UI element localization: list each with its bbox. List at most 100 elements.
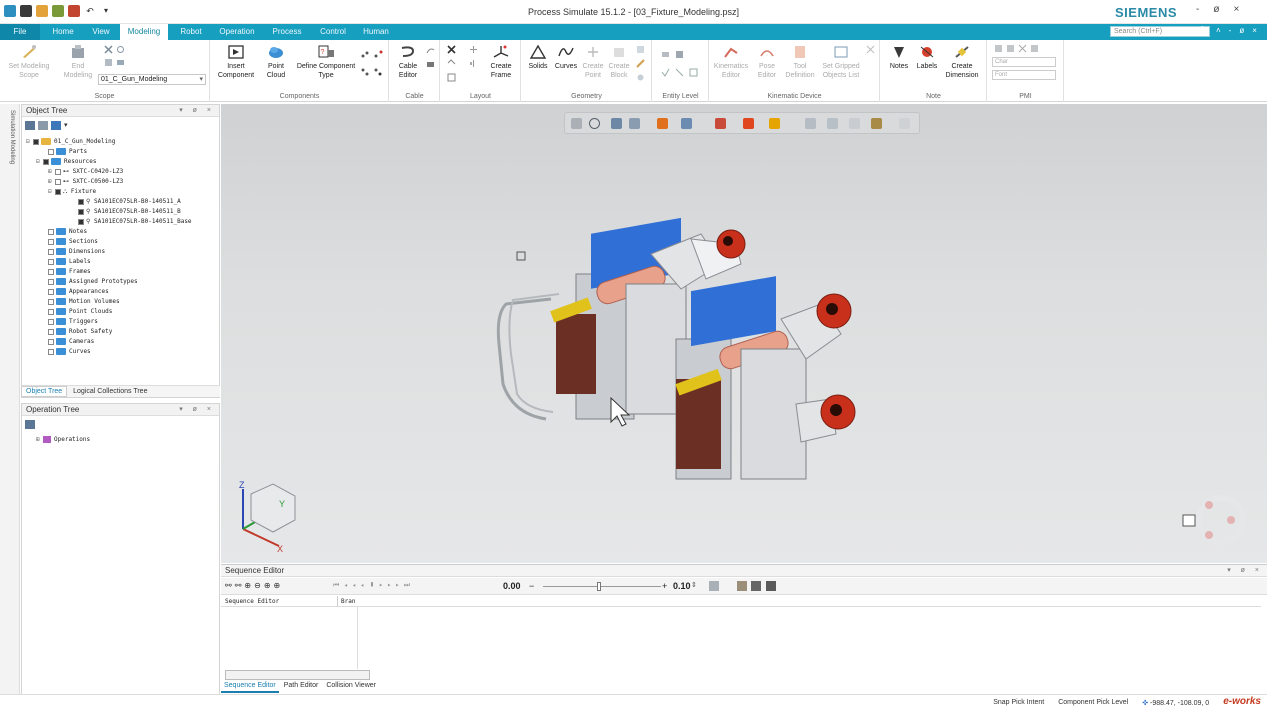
- pmi-icon-a[interactable]: [994, 44, 1003, 53]
- tab-human[interactable]: Human: [356, 24, 396, 40]
- align-icon[interactable]: [447, 59, 456, 68]
- pmi-font-select[interactable]: Font: [992, 70, 1056, 80]
- component-tool-icon-d[interactable]: [374, 68, 383, 77]
- visibility-checkbox[interactable]: [48, 328, 54, 335]
- visibility-checkbox[interactable]: [55, 178, 61, 185]
- visibility-checkbox[interactable]: [33, 138, 39, 145]
- entity-level-icon-e[interactable]: [689, 68, 698, 77]
- chevron-down-icon[interactable]: ▾: [64, 121, 68, 130]
- snap-icon[interactable]: [447, 73, 456, 82]
- fixture-3d-model[interactable]: Z X Y: [221, 104, 1267, 563]
- nav-dot-icon[interactable]: [1227, 516, 1235, 524]
- operation-tree-panel-controls[interactable]: ▾ ø ×: [179, 404, 215, 416]
- pmi-icon-b[interactable]: [1006, 44, 1015, 53]
- tab-robot[interactable]: Robot: [172, 24, 210, 40]
- visibility-checkbox[interactable]: [48, 148, 54, 155]
- pmi-icon-c[interactable]: [1018, 44, 1027, 53]
- create-frame-button[interactable]: Create Frame: [485, 44, 517, 80]
- doc-close-button[interactable]: ×: [1252, 26, 1257, 35]
- doc-minimize-button[interactable]: -: [1229, 26, 1232, 35]
- tree-item[interactable]: Triggers: [48, 317, 98, 327]
- column-header-sequence-editor[interactable]: Sequence Editor: [225, 596, 279, 607]
- tab-sequence-editor[interactable]: Sequence Editor: [221, 680, 279, 693]
- tree-root[interactable]: ⊟ 01_C_Gun_Modeling: [26, 137, 115, 147]
- tab-home[interactable]: Home: [44, 24, 82, 40]
- pmi-char-select[interactable]: Char: [992, 57, 1056, 67]
- visibility-checkbox[interactable]: [48, 308, 54, 315]
- visibility-checkbox[interactable]: [55, 188, 61, 195]
- navigation-widget[interactable]: [1182, 495, 1246, 545]
- nav-dot-icon[interactable]: [1205, 531, 1213, 539]
- filter-icon[interactable]: [709, 581, 719, 591]
- curves-button[interactable]: Curves: [552, 44, 580, 71]
- visibility-checkbox[interactable]: [48, 278, 54, 285]
- view-cube-icon[interactable]: [250, 483, 296, 533]
- scope-select[interactable]: 01_C_Gun_Modeling ▾: [98, 74, 206, 85]
- time-increase-button[interactable]: +: [662, 581, 667, 591]
- create-block-button[interactable]: Create Block: [606, 44, 632, 80]
- seq-view-tools-icon[interactable]: ⚯⚯⊕⊖⊕⊕: [225, 581, 283, 590]
- visibility-checkbox[interactable]: [48, 338, 54, 345]
- tree-item[interactable]: Dimensions: [48, 247, 105, 257]
- geometry-tool-icon-a[interactable]: [636, 45, 645, 54]
- placement-manipulator-icon[interactable]: [447, 45, 456, 54]
- tab-collision-viewer[interactable]: Collision Viewer: [323, 680, 379, 691]
- visibility-checkbox[interactable]: [48, 248, 54, 255]
- kinematic-extra-icon[interactable]: [866, 45, 875, 54]
- doc-restore-button[interactable]: ø: [1239, 26, 1244, 35]
- notes-button[interactable]: Notes: [885, 44, 913, 71]
- tab-object-tree[interactable]: Object Tree: [21, 386, 68, 397]
- minimize-button[interactable]: -: [1196, 4, 1199, 15]
- tree-item[interactable]: Curves: [48, 347, 91, 357]
- tree-item[interactable]: Motion Volumes: [48, 297, 120, 307]
- tree-item[interactable]: ⚲ SA101EC075LR-B0-140511_B: [78, 207, 181, 217]
- visibility-checkbox[interactable]: [55, 168, 61, 175]
- close-button[interactable]: ×: [1233, 4, 1239, 15]
- simulation-modeling-tab[interactable]: Simulation Modeling: [3, 110, 15, 164]
- geometry-tool-icon-b[interactable]: [636, 59, 645, 68]
- collapse-icon[interactable]: ⊟: [36, 157, 43, 167]
- tree-item[interactable]: Appearances: [48, 287, 109, 297]
- set-modeling-scope-button[interactable]: Set Modeling Scope: [6, 44, 52, 80]
- visibility-checkbox[interactable]: [48, 288, 54, 295]
- tree-item[interactable]: Point Clouds: [48, 307, 112, 317]
- operations-root[interactable]: ⊞ Operations: [36, 435, 90, 445]
- tree-item[interactable]: Sections: [48, 237, 98, 247]
- tree-item[interactable]: Assigned Prototypes: [48, 277, 138, 287]
- visibility-checkbox[interactable]: [78, 198, 84, 205]
- visibility-checkbox[interactable]: [48, 228, 54, 235]
- solids-button[interactable]: Solids: [524, 44, 552, 71]
- tree-item[interactable]: ⊟ ⛬ Fixture: [48, 187, 96, 197]
- pmi-icon-d[interactable]: [1030, 44, 1039, 53]
- expand-icon[interactable]: ⊞: [48, 177, 55, 187]
- visibility-checkbox[interactable]: [48, 268, 54, 275]
- object-tree-panel-controls[interactable]: ▾ ø ×: [179, 105, 215, 117]
- cable-tool-icon-b[interactable]: [426, 60, 435, 69]
- component-tool-icon-c[interactable]: [361, 68, 370, 77]
- tree-item[interactable]: Cameras: [48, 337, 94, 347]
- tree-filter-icon[interactable]: [25, 121, 35, 130]
- tab-control[interactable]: Control: [312, 24, 354, 40]
- tree-filter-icon[interactable]: [25, 420, 35, 429]
- geometry-tool-icon-c[interactable]: [636, 73, 645, 82]
- world-frame-marker[interactable]: [516, 251, 526, 261]
- visibility-checkbox[interactable]: [78, 218, 84, 225]
- tree-item[interactable]: Parts: [48, 147, 87, 157]
- visibility-checkbox[interactable]: [78, 208, 84, 215]
- time-decrease-button[interactable]: −: [529, 581, 534, 591]
- cable-tool-icon-a[interactable]: [426, 46, 435, 55]
- entity-level-icon-b[interactable]: [675, 50, 684, 59]
- time-slider-track[interactable]: [543, 586, 661, 587]
- scope-icon-b[interactable]: [116, 45, 125, 54]
- tree-columns-icon[interactable]: [38, 121, 48, 130]
- entity-level-icon-d[interactable]: [675, 68, 684, 77]
- tab-operation[interactable]: Operation: [214, 24, 260, 40]
- insert-component-button[interactable]: Insert Component: [215, 44, 257, 80]
- define-component-type-button[interactable]: ? Define Component Type: [295, 44, 357, 80]
- component-tool-icon-b[interactable]: [374, 50, 383, 59]
- time-step-spinner-icon[interactable]: ⇕: [691, 581, 697, 589]
- tree-item[interactable]: Robot Safety: [48, 327, 112, 337]
- tree-item[interactable]: ⊞ ⊷ SXTC-C0420-LZ3: [48, 167, 123, 177]
- sequence-editor-panel-controls[interactable]: ▾ ø ×: [1227, 565, 1263, 577]
- record-icon[interactable]: [751, 581, 761, 591]
